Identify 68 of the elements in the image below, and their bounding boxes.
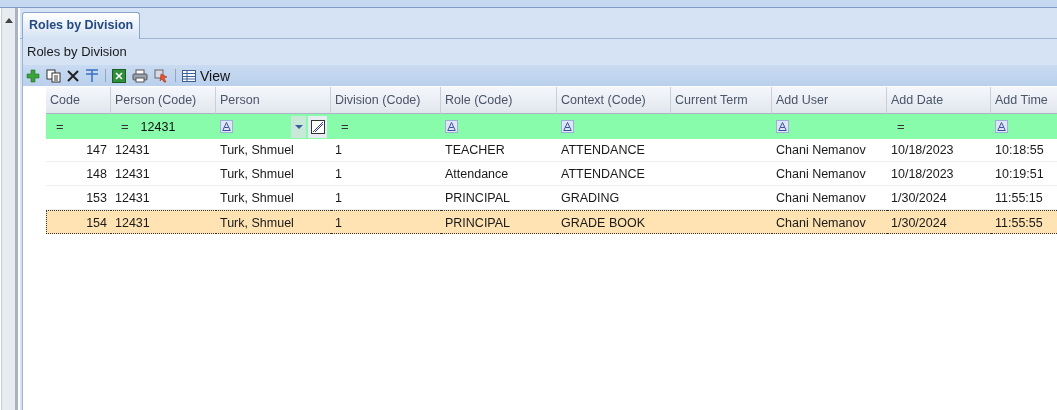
clear-filter-icon — [310, 119, 325, 134]
equals-operator[interactable]: = — [891, 119, 913, 134]
table-cell: 1 — [331, 162, 441, 186]
column-header[interactable]: Add Date — [887, 87, 991, 114]
column-header[interactable]: Code — [46, 87, 111, 114]
equals-operator[interactable]: = — [50, 119, 72, 134]
filter-cell[interactable]: = — [887, 114, 991, 139]
equals-operator[interactable]: = — [335, 119, 357, 134]
text-filter-icon[interactable] — [220, 120, 233, 133]
scroll-bar[interactable] — [1, 8, 18, 410]
filter-cell[interactable]: = — [46, 114, 111, 139]
print-icon[interactable] — [132, 68, 148, 83]
table-cell: 10/18/2023 — [887, 162, 991, 186]
text-filter-icon[interactable] — [776, 120, 789, 133]
table-cell: Chani Nemanov — [772, 138, 887, 162]
panel-title: Roles by Division — [23, 39, 1057, 65]
table-cell: 12431 — [111, 138, 216, 162]
table-cell: GRADE BOOK — [557, 210, 671, 234]
table-cell: Attendance — [441, 162, 557, 186]
table-cell: 10:19:51 — [991, 162, 1057, 186]
table-cell: Chani Nemanov — [772, 210, 887, 234]
table-cell: ATTENDANCE — [557, 162, 671, 186]
equals-operator[interactable]: = — [115, 119, 137, 134]
tab[interactable]: Roles by Division — [22, 12, 141, 39]
dropdown-button[interactable] — [291, 115, 306, 138]
clear-filter-button[interactable] — [308, 115, 327, 138]
copy-icon[interactable] — [46, 68, 61, 83]
delete-icon[interactable] — [67, 69, 79, 82]
text-filter-icon[interactable] — [561, 120, 574, 133]
table-cell: 10:18:55 — [991, 138, 1057, 162]
table-cell: Chani Nemanov — [772, 162, 887, 186]
table-cell: 12431 — [111, 162, 216, 186]
scroll-up-icon[interactable] — [4, 18, 13, 23]
column-header[interactable]: Add Time — [991, 87, 1057, 114]
column-header[interactable]: Add User — [772, 87, 887, 114]
columns-icon[interactable] — [85, 68, 99, 83]
table-cell: 1 — [331, 210, 441, 234]
filter-cell[interactable]: = 12431 — [111, 114, 216, 139]
table-cell: 148 — [46, 162, 111, 186]
column-header[interactable]: Context (Code) — [557, 87, 671, 114]
table-cell: Turk, Shmuel — [216, 162, 331, 186]
table-cell: 147 — [46, 138, 111, 162]
filter-value[interactable]: 12431 — [136, 119, 176, 134]
table-cell: ATTENDANCE — [557, 138, 671, 162]
table-cell: 11:55:55 — [991, 210, 1057, 234]
table-cell: Turk, Shmuel — [216, 210, 331, 234]
column-header[interactable]: Current Term — [671, 87, 772, 114]
caret-icon — [294, 124, 303, 129]
spreadsheet-icon[interactable] — [112, 68, 126, 83]
table-cell: 10/18/2023 — [887, 138, 991, 162]
column-header[interactable]: Role (Code) — [441, 87, 557, 114]
text-filter-icon[interactable] — [995, 120, 1008, 133]
table-cell: Turk, Shmuel — [216, 138, 331, 162]
text-filter-icon[interactable] — [445, 120, 458, 133]
filter-cell[interactable]: = — [331, 114, 441, 139]
table-cell: TEACHER — [441, 138, 557, 162]
table-cell: 1/30/2024 — [887, 210, 991, 234]
column-header[interactable]: Person — [216, 87, 331, 114]
add-icon[interactable] — [26, 68, 40, 83]
column-header[interactable]: Division (Code) — [331, 87, 441, 114]
column-header[interactable]: Person (Code) — [111, 87, 216, 114]
table-cell: 1 — [331, 138, 441, 162]
view-button[interactable]: View — [182, 67, 231, 84]
table-cell: 12431 — [111, 210, 216, 234]
table-cell: 154 — [46, 210, 111, 234]
filter-cell[interactable] — [991, 114, 1057, 139]
table-cell: PRINCIPAL — [441, 210, 557, 234]
table-icon — [182, 69, 196, 82]
